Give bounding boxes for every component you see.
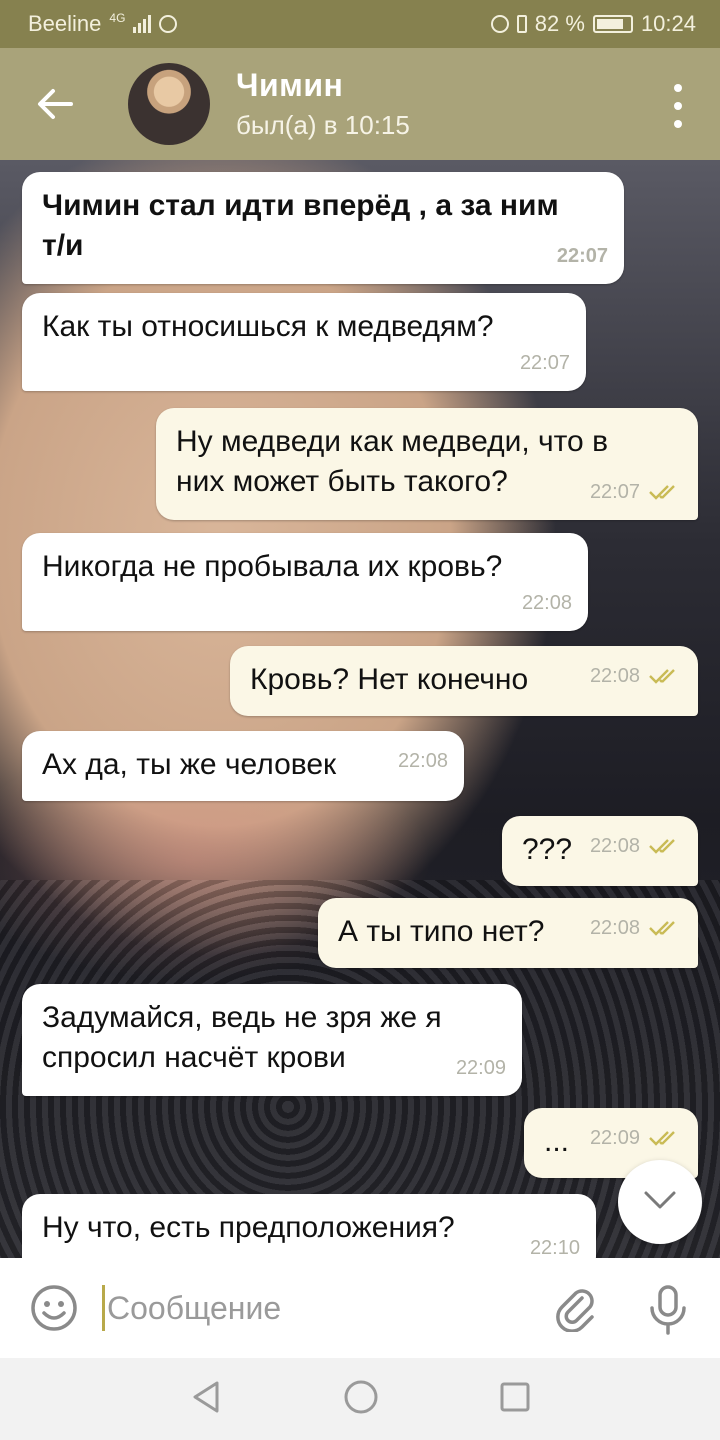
message-time: 22:10 xyxy=(529,1237,580,1258)
message-time: 22:07 xyxy=(589,481,640,503)
message-time: 22:08 xyxy=(589,835,640,857)
last-seen-status: был(а) в 10:15 xyxy=(236,110,410,140)
contact-name: Чимин xyxy=(236,67,344,103)
message-bubble[interactable]: Как ты относишься к медведям? 22:07 xyxy=(22,293,586,391)
nav-recents-icon[interactable] xyxy=(499,1381,531,1418)
message-text: Как ты относишься к медведям? xyxy=(42,310,494,343)
back-arrow-icon[interactable] xyxy=(0,48,110,160)
message-time: 22:09 xyxy=(455,1057,506,1079)
message-text: Задумайся, ведь не зря же я спросил насч… xyxy=(42,1001,442,1074)
double-check-icon xyxy=(648,483,682,501)
mic-icon[interactable] xyxy=(646,1284,690,1336)
clock: 10:24 xyxy=(640,11,696,36)
double-check-icon xyxy=(648,837,682,855)
emoji-icon[interactable] xyxy=(26,1280,82,1336)
message-time: 22:08 xyxy=(589,917,640,939)
message-bubble[interactable]: Чимин стал идти вперёд , а за ним т/и 22… xyxy=(22,172,624,284)
network-label: 4G xyxy=(109,11,126,25)
carrier-label: Beeline xyxy=(28,11,102,36)
message-text: Ну что, есть предположения? xyxy=(42,1211,455,1244)
whatsapp-icon xyxy=(159,15,178,33)
message-bubble[interactable]: А ты типо нет? 22:08 xyxy=(318,898,698,968)
message-time: 22:08 xyxy=(589,665,640,687)
scroll-down-button[interactable] xyxy=(618,1160,702,1244)
message-time: 22:07 xyxy=(519,352,570,374)
nav-back-icon[interactable] xyxy=(189,1379,223,1420)
status-bar: Beeline 4G 82 % 10:24 xyxy=(0,0,720,48)
message-time: 22:07 xyxy=(556,245,608,267)
message-input[interactable] xyxy=(105,1288,529,1328)
double-check-icon xyxy=(648,667,682,685)
message-bubble[interactable]: Ах да, ты же человек 22:08 xyxy=(22,731,464,801)
avatar[interactable] xyxy=(128,63,210,145)
system-nav-bar xyxy=(0,1358,720,1440)
chat-header: Чимин был(а) в 10:15 xyxy=(0,48,720,160)
alarm-icon xyxy=(490,15,509,33)
message-bubble[interactable]: Задумайся, ведь не зря же я спросил насч… xyxy=(22,984,522,1096)
battery-icon xyxy=(592,15,633,33)
message-bubble[interactable]: Ну что, есть предположения? 22:10 xyxy=(22,1194,596,1258)
chevron-down-icon xyxy=(643,1190,677,1215)
message-time: 22:08 xyxy=(397,750,448,772)
message-bubble[interactable]: Кровь? Нет конечно 22:08 xyxy=(230,646,698,716)
message-text: Ах да, ты же человек xyxy=(42,748,337,781)
battery-percent: 82 % xyxy=(534,11,585,36)
message-composer xyxy=(0,1258,720,1358)
message-text: Никогда не пробывала их кровь? xyxy=(42,550,503,583)
message-time: 22:08 xyxy=(521,592,572,614)
signal-icon xyxy=(133,15,152,33)
chat-area[interactable]: Чимин стал идти вперёд , а за ним т/и 22… xyxy=(0,160,720,1258)
vibrate-icon xyxy=(516,15,527,33)
attach-icon[interactable] xyxy=(552,1284,600,1333)
double-check-icon xyxy=(648,1129,682,1147)
contact-info[interactable]: Чимин был(а) в 10:15 xyxy=(236,67,410,141)
more-vert-icon[interactable] xyxy=(666,84,690,128)
nav-home-icon[interactable] xyxy=(343,1379,379,1420)
message-bubble[interactable]: Никогда не пробывала их кровь? 22:08 xyxy=(22,533,588,631)
message-bubble[interactable]: ??? 22:08 xyxy=(502,816,698,886)
double-check-icon xyxy=(648,919,682,937)
message-time: 22:09 xyxy=(589,1127,640,1149)
message-text: Чимин стал идти вперёд , а за ним т/и xyxy=(42,189,559,262)
message-bubble[interactable]: Ну медведи как медведи, что в них может … xyxy=(156,408,698,520)
